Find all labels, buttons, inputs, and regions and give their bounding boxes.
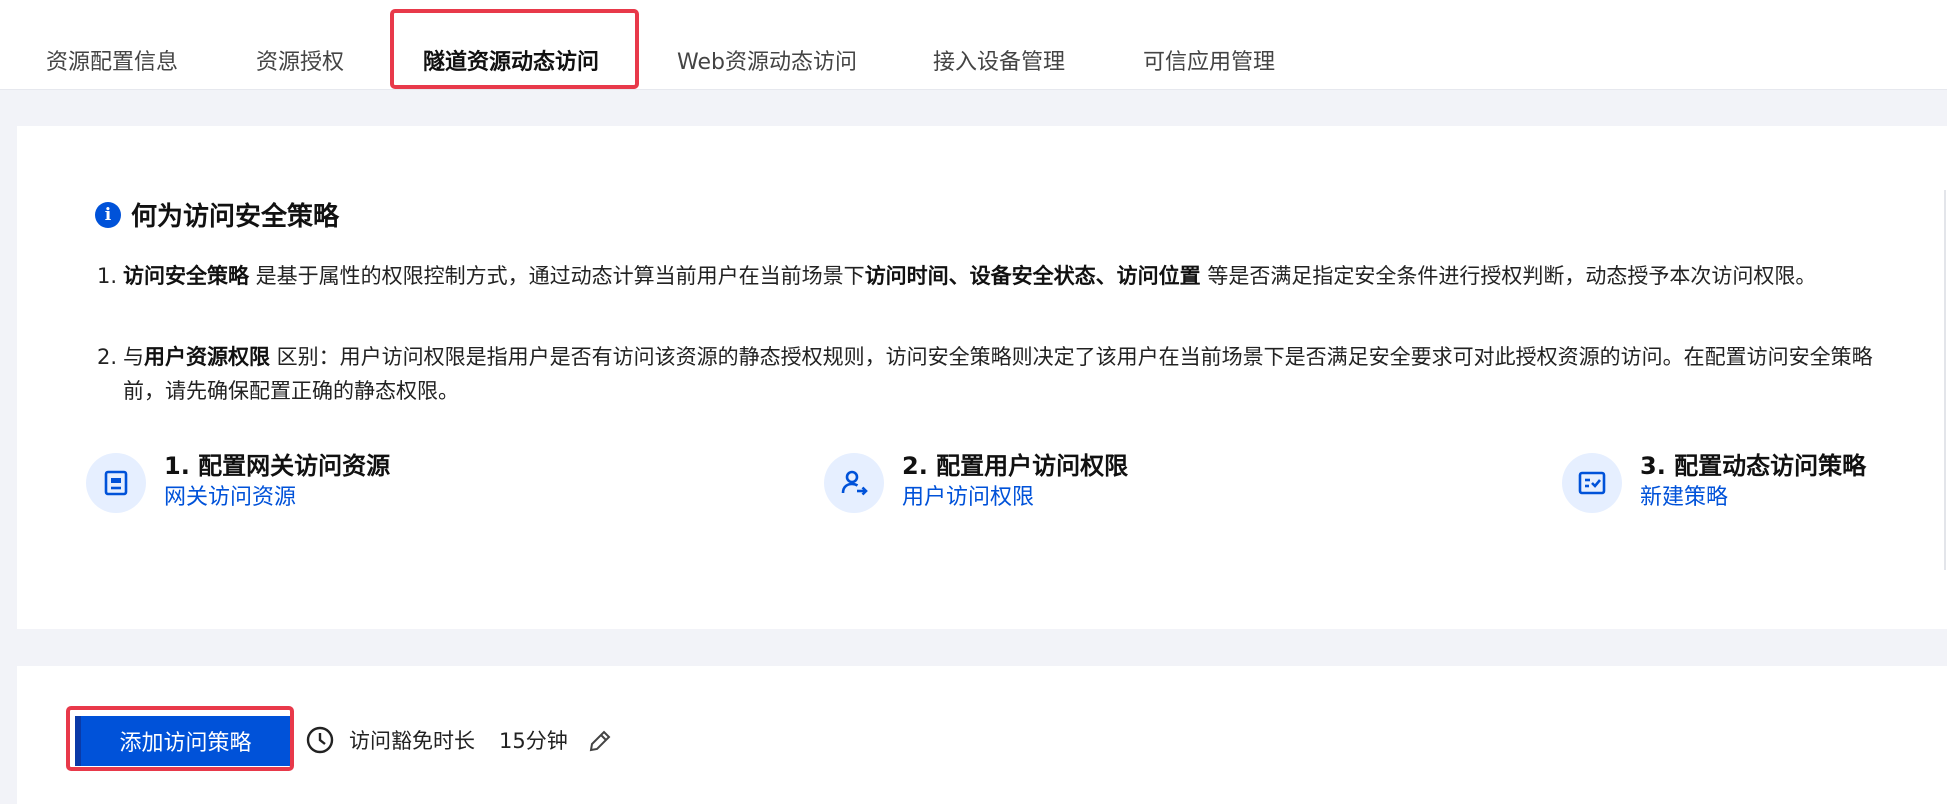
- tab-device-management[interactable]: 接入设备管理: [933, 44, 1065, 76]
- tab-bar: 资源配置信息 资源授权 隧道资源动态访问 Web资源动态访问 接入设备管理 可信…: [0, 0, 1947, 90]
- info-heading: i 何为访问安全策略: [95, 196, 339, 233]
- step-title: 1. 配置网关访问资源: [164, 452, 391, 480]
- info-item-2: 2. 与用户资源权限 区别：用户访问权限是指用户是否有访问该资源的静态授权规则，…: [97, 340, 1897, 408]
- tab-trusted-app-management[interactable]: 可信应用管理: [1143, 44, 1275, 76]
- bold-term: 访问时间、设备安全状态、访问位置: [864, 264, 1201, 288]
- tab-tunnel-dynamic-access[interactable]: 隧道资源动态访问: [423, 44, 599, 76]
- item-text: 与用户资源权限 区别：用户访问权限是指用户是否有访问该资源的静态授权规则，访问安…: [123, 340, 1897, 408]
- user-permission-link[interactable]: 用户访问权限: [902, 481, 1128, 515]
- clock-icon: [305, 725, 335, 759]
- tab-web-dynamic-access[interactable]: Web资源动态访问: [677, 44, 857, 76]
- user-permission-icon: [824, 453, 884, 513]
- pencil-edit-icon[interactable]: [587, 728, 613, 758]
- item-text: 访问安全策略 是基于属性的权限控制方式，通过动态计算当前用户在当前场景下访问时间…: [123, 259, 1897, 293]
- info-title-text: 何为访问安全策略: [131, 202, 340, 232]
- add-access-policy-button[interactable]: 添加访问策略: [75, 716, 290, 766]
- plain-text: 区别：用户访问权限是指用户是否有访问该资源的静态授权规则，访问安全策略则决定了该…: [123, 345, 1873, 403]
- step-title: 3. 配置动态访问策略: [1640, 452, 1867, 480]
- new-policy-link[interactable]: 新建策略: [1640, 481, 1866, 515]
- info-circle-icon: i: [95, 201, 121, 228]
- tab-resource-config[interactable]: 资源配置信息: [46, 44, 178, 76]
- exemption-duration-value: 15分钟: [499, 729, 568, 753]
- step-user-permission: 2. 配置用户访问权限 用户访问权限: [824, 451, 1128, 515]
- bold-term: 用户资源权限: [144, 345, 270, 369]
- item-number: 2.: [97, 345, 118, 369]
- step-gateway-resource: 1. 配置网关访问资源 网关访问资源: [86, 451, 390, 515]
- plain-text: 是基于属性的权限控制方式，通过动态计算当前用户在当前场景下: [249, 264, 865, 288]
- exemption-duration-label: 访问豁免时长: [349, 729, 475, 753]
- gateway-resource-icon: [86, 453, 146, 513]
- plain-text: 与: [123, 345, 144, 369]
- active-tab-indicator: [423, 86, 603, 89]
- scroll-track: [1944, 190, 1946, 570]
- gateway-resource-link[interactable]: 网关访问资源: [164, 481, 390, 515]
- policy-check-icon: [1562, 453, 1622, 513]
- plain-text: 等是否满足指定安全条件进行授权判断，动态授予本次访问权限。: [1200, 264, 1817, 288]
- item-number: 1.: [97, 264, 118, 288]
- tab-resource-authorization[interactable]: 资源授权: [256, 44, 344, 76]
- step-title: 2. 配置用户访问权限: [902, 452, 1129, 480]
- info-item-1: 1. 访问安全策略 是基于属性的权限控制方式，通过动态计算当前用户在当前场景下访…: [97, 259, 1897, 293]
- bold-term: 访问安全策略: [123, 264, 249, 288]
- step-dynamic-policy: 3. 配置动态访问策略 新建策略: [1562, 451, 1866, 515]
